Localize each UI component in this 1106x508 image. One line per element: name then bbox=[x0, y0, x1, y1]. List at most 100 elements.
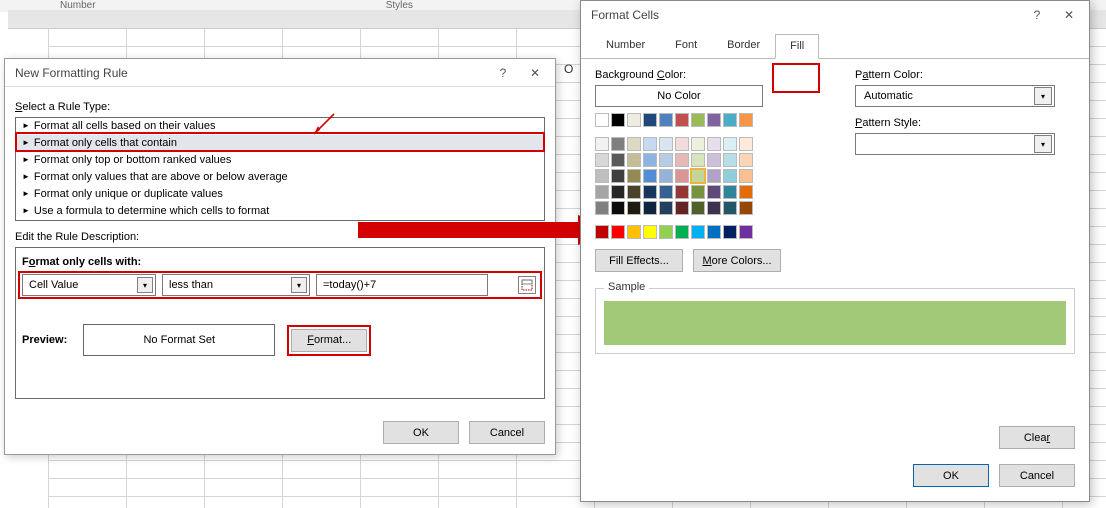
color-swatch[interactable] bbox=[739, 153, 753, 167]
color-swatch[interactable] bbox=[707, 201, 721, 215]
chevron-down-icon[interactable]: ▾ bbox=[1034, 135, 1052, 153]
rule-type-item[interactable]: ►Format only top or bottom ranked values bbox=[16, 152, 544, 169]
tab-fill[interactable]: Fill bbox=[775, 34, 819, 59]
color-swatch[interactable] bbox=[691, 113, 705, 127]
color-swatch[interactable] bbox=[675, 169, 689, 183]
color-swatch[interactable] bbox=[675, 225, 689, 239]
color-swatch[interactable] bbox=[627, 137, 641, 151]
color-swatch[interactable] bbox=[643, 153, 657, 167]
color-swatch[interactable] bbox=[659, 137, 673, 151]
color-swatch[interactable] bbox=[643, 137, 657, 151]
color-swatch[interactable] bbox=[707, 225, 721, 239]
color-swatch[interactable] bbox=[723, 185, 737, 199]
color-swatch[interactable] bbox=[659, 201, 673, 215]
color-swatch[interactable] bbox=[723, 137, 737, 151]
color-swatch[interactable] bbox=[611, 153, 625, 167]
cancel-button[interactable]: Cancel bbox=[469, 421, 545, 444]
color-swatch[interactable] bbox=[627, 113, 641, 127]
color-swatch[interactable] bbox=[595, 153, 609, 167]
color-swatch[interactable] bbox=[643, 185, 657, 199]
color-swatch[interactable] bbox=[707, 113, 721, 127]
color-swatch[interactable] bbox=[627, 153, 641, 167]
color-swatch[interactable] bbox=[627, 201, 641, 215]
color-swatch[interactable] bbox=[723, 169, 737, 183]
more-colors-button[interactable]: More Colors... bbox=[693, 249, 781, 272]
chevron-down-icon[interactable]: ▾ bbox=[1034, 87, 1052, 105]
pattern-color-combo[interactable]: Automatic ▾ bbox=[855, 85, 1055, 107]
range-selector-button[interactable] bbox=[518, 276, 536, 294]
rule-type-item[interactable]: ►Use a formula to determine which cells … bbox=[16, 203, 544, 220]
condition-value-input[interactable] bbox=[316, 274, 488, 296]
color-swatch[interactable] bbox=[611, 185, 625, 199]
color-swatch[interactable] bbox=[595, 185, 609, 199]
help-button[interactable]: ? bbox=[1023, 5, 1051, 25]
color-swatch[interactable] bbox=[595, 169, 609, 183]
color-swatch[interactable] bbox=[675, 185, 689, 199]
color-swatch[interactable] bbox=[659, 153, 673, 167]
color-swatch[interactable] bbox=[739, 113, 753, 127]
color-swatch[interactable] bbox=[691, 201, 705, 215]
ok-button[interactable]: OK bbox=[913, 464, 989, 487]
color-swatch[interactable] bbox=[707, 137, 721, 151]
color-swatch[interactable] bbox=[611, 137, 625, 151]
color-swatch[interactable] bbox=[739, 201, 753, 215]
condition-target-combo[interactable]: Cell Value ▾ bbox=[22, 274, 156, 296]
rule-type-item[interactable]: ►Format all cells based on their values bbox=[16, 118, 544, 135]
condition-operator-combo[interactable]: less than ▾ bbox=[162, 274, 310, 296]
color-swatch[interactable] bbox=[723, 201, 737, 215]
color-swatch[interactable] bbox=[659, 185, 673, 199]
color-swatch[interactable] bbox=[739, 185, 753, 199]
ok-button[interactable]: OK bbox=[383, 421, 459, 444]
color-swatch[interactable] bbox=[643, 113, 657, 127]
color-swatch[interactable] bbox=[723, 153, 737, 167]
color-swatch[interactable] bbox=[659, 225, 673, 239]
color-swatch[interactable] bbox=[627, 185, 641, 199]
color-swatch[interactable] bbox=[691, 169, 705, 183]
fill-effects-button[interactable]: Fill Effects... bbox=[595, 249, 683, 272]
color-swatch[interactable] bbox=[611, 113, 625, 127]
color-swatch[interactable] bbox=[659, 113, 673, 127]
color-swatch[interactable] bbox=[675, 137, 689, 151]
tab-border[interactable]: Border bbox=[712, 33, 775, 58]
color-swatch[interactable] bbox=[595, 201, 609, 215]
color-swatch[interactable] bbox=[691, 225, 705, 239]
color-swatch[interactable] bbox=[707, 153, 721, 167]
chevron-down-icon[interactable]: ▾ bbox=[291, 277, 307, 293]
rule-type-item[interactable]: ►Format only unique or duplicate values bbox=[16, 186, 544, 203]
color-swatch[interactable] bbox=[675, 113, 689, 127]
tab-font[interactable]: Font bbox=[660, 33, 712, 58]
color-swatch[interactable] bbox=[595, 225, 609, 239]
no-color-button[interactable]: No Color bbox=[595, 85, 763, 107]
tab-number[interactable]: Number bbox=[591, 33, 660, 58]
clear-button[interactable]: Clear bbox=[999, 426, 1075, 449]
color-swatch[interactable] bbox=[723, 113, 737, 127]
close-button[interactable]: ✕ bbox=[1055, 5, 1083, 25]
rule-type-item[interactable]: ►Format only values that are above or be… bbox=[16, 169, 544, 186]
rule-type-item[interactable]: ►Format only cells that contain bbox=[16, 135, 544, 152]
cancel-button[interactable]: Cancel bbox=[999, 464, 1075, 487]
color-swatch[interactable] bbox=[659, 169, 673, 183]
color-swatch[interactable] bbox=[627, 225, 641, 239]
pattern-style-combo[interactable]: ▾ bbox=[855, 133, 1055, 155]
color-swatch[interactable] bbox=[691, 137, 705, 151]
chevron-down-icon[interactable]: ▾ bbox=[137, 277, 153, 293]
color-swatch[interactable] bbox=[739, 169, 753, 183]
color-swatch[interactable] bbox=[675, 201, 689, 215]
close-button[interactable]: ✕ bbox=[521, 63, 549, 83]
color-swatch[interactable] bbox=[675, 153, 689, 167]
rule-type-list[interactable]: ►Format all cells based on their values►… bbox=[15, 117, 545, 221]
color-swatch[interactable] bbox=[739, 137, 753, 151]
color-swatch[interactable] bbox=[707, 185, 721, 199]
color-swatch[interactable] bbox=[691, 185, 705, 199]
color-swatch[interactable] bbox=[723, 225, 737, 239]
color-swatch[interactable] bbox=[739, 225, 753, 239]
color-swatch[interactable] bbox=[643, 169, 657, 183]
format-button[interactable]: Format... bbox=[291, 329, 367, 352]
color-swatch[interactable] bbox=[595, 137, 609, 151]
color-swatch[interactable] bbox=[611, 169, 625, 183]
color-swatch[interactable] bbox=[707, 169, 721, 183]
color-swatch[interactable] bbox=[611, 201, 625, 215]
color-swatch[interactable] bbox=[643, 201, 657, 215]
color-swatch[interactable] bbox=[627, 169, 641, 183]
help-button[interactable]: ? bbox=[489, 63, 517, 83]
